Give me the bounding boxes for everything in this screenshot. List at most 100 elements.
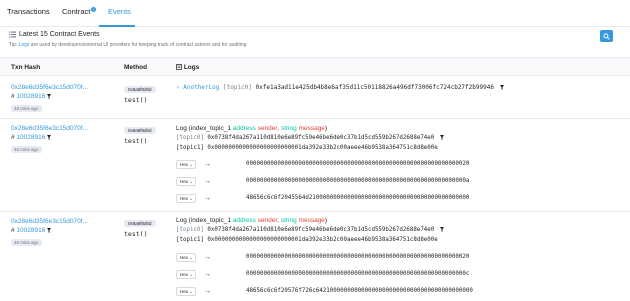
data-value: 48656c6c6f20576f726c64210000000000000000… (246, 288, 473, 294)
logs-icon (176, 64, 182, 70)
page-title: Latest 15 Contract Events (19, 31, 100, 38)
method-id-badge: 0x8a8f8d0d (124, 127, 156, 134)
log-signature-close: ) (324, 217, 328, 224)
topic0-line: [topic0] 0x0738f4da267a110d810e6e89fc59e… (176, 227, 444, 233)
data-row: Hex ⌄ → 000000000000000000000000000000000… (176, 270, 476, 280)
tip-body: are used by developers/external UI provi… (29, 42, 247, 48)
search-button[interactable] (600, 30, 613, 42)
format-select[interactable]: Hex ⌄ (176, 177, 196, 186)
arrow-right-icon: → (204, 161, 211, 168)
data-value: 0000000000000000000000000000000000000000… (246, 178, 470, 184)
table-row: 0x28e6d35f6e3c15d070f... # 10028916 48 m… (0, 76, 630, 119)
event-name-link[interactable]: AnotherLog (183, 84, 219, 91)
chevron-right-icon[interactable]: › (176, 84, 180, 91)
list-icon (9, 31, 16, 38)
log-type-string: string (280, 125, 297, 132)
block-number: # 10028916 (11, 134, 52, 141)
block-number: # 10028916 (11, 227, 52, 234)
tab-contract[interactable]: Contract i (62, 7, 97, 16)
tip-prefix: Tip: (9, 42, 19, 48)
chevron-down-icon: ⌄ (189, 162, 193, 167)
table-header: Txn Hash Method Logs (0, 57, 630, 76)
block-link[interactable]: 10028916 (16, 227, 45, 234)
topic1-line: [topic1] 0x0000000000000000000000001da39… (176, 145, 438, 151)
txn-hash-link[interactable]: 0x28e6d35f6e3c15d070f... (11, 84, 88, 91)
age-badge: 48 mins ago (11, 146, 42, 153)
format-select-value: Hex (180, 162, 189, 167)
col-logs-label: Logs (183, 64, 200, 71)
col-logs: Logs (176, 64, 199, 71)
format-select-value: Hex (180, 179, 189, 184)
info-icon: i (91, 7, 97, 12)
arrow-right-icon: → (204, 178, 211, 185)
tab-bar: Transactions Contract i Events (0, 0, 630, 27)
topic0-value: 0x0738f4da267a110d810e6e89fc59e46be6de0c… (207, 135, 435, 141)
format-select[interactable]: Hex ⌄ (176, 194, 196, 203)
age-badge: 48 mins ago (11, 239, 42, 246)
format-select[interactable]: Hex ⌄ (176, 253, 196, 262)
block-link[interactable]: 10028916 (16, 134, 45, 141)
logs-link[interactable]: Logs (19, 42, 30, 48)
format-select-value: Hex (180, 196, 189, 201)
topic-value: 0xfe1a3ad11e425db4b8e6af35d11c50118826a4… (255, 84, 494, 91)
data-row: Hex ⌄ → 48656c6c6f2045564d210000000000000… (176, 194, 476, 204)
log-type-string: string (280, 217, 297, 224)
data-row: Hex ⌄ → 000000000000000000000000000000000… (176, 177, 476, 187)
col-method: Method (124, 64, 148, 71)
method-name: test() (124, 230, 148, 238)
log-signature: Log (index_topic_1 address sender, strin… (176, 125, 327, 132)
topic1-line: [topic1] 0x0000000000000000000000001da39… (176, 237, 438, 243)
data-value: 0000000000000000000000000000000000000000… (246, 161, 470, 167)
log-signature-prefix: Log (index_topic_1 (176, 125, 231, 132)
method-id-badge: 0x8a8f8d0d (124, 86, 156, 93)
chevron-down-icon: ⌄ (189, 196, 193, 201)
data-row: Hex ⌄ → 48656c6c6f20576f726c6421000000000… (176, 287, 476, 297)
format-select-value: Hex (180, 289, 189, 294)
format-select-value: Hex (180, 255, 189, 260)
col-txn-hash: Txn Hash (11, 64, 41, 71)
log-signature: Log (index_topic_1 address sender, strin… (176, 217, 327, 224)
method-id-badge: 0x8a8f8d0d (124, 220, 156, 227)
chevron-down-icon: ⌄ (189, 255, 193, 260)
topic0-value: 0x0738f4da267a110d810e6e89fc59e46be6de0c… (207, 227, 435, 233)
log-signature-prefix: Log (index_topic_1 (176, 217, 231, 224)
txn-hash-link[interactable]: 0x28e6d35f6e3c15d070f... (11, 125, 88, 132)
tab-transactions[interactable]: Transactions (7, 7, 50, 16)
filter-icon[interactable] (47, 227, 52, 233)
log-type-address: address (232, 125, 256, 132)
log-param-message: message (298, 217, 325, 224)
format-select[interactable]: Hex ⌄ (176, 270, 196, 279)
topic0-label: [topic0] (176, 135, 204, 141)
txn-hash-link[interactable]: 0x28e6d35f6e3c15d070f... (11, 218, 88, 225)
filter-icon[interactable] (47, 134, 52, 140)
format-select[interactable]: Hex ⌄ (176, 160, 196, 169)
log-param-sender: sender, (257, 217, 280, 224)
format-select[interactable]: Hex ⌄ (176, 287, 196, 296)
filter-icon[interactable] (47, 93, 52, 99)
arrow-right-icon: → (204, 288, 211, 295)
chevron-down-icon: ⌄ (189, 272, 193, 277)
arrow-right-icon: → (204, 195, 211, 202)
data-row: Hex ⌄ → 000000000000000000000000000000000… (176, 160, 476, 170)
log-param-message: message (298, 125, 325, 132)
topic1-value: 0x0000000000000000000000001da392e33b2c00… (207, 237, 438, 243)
topic0-label: [topic0] (176, 227, 204, 233)
topic1-value: 0x0000000000000000000000001da392e33b2c00… (207, 145, 438, 151)
tab-events[interactable]: Events (108, 7, 131, 16)
format-select-value: Hex (180, 272, 189, 277)
filter-icon[interactable] (439, 227, 444, 232)
chevron-down-icon: ⌄ (189, 179, 193, 184)
data-value: 48656c6c6f2045564d2100000000000000000000… (246, 195, 470, 201)
filter-icon[interactable] (499, 85, 504, 90)
block-link[interactable]: 10028916 (16, 93, 45, 100)
block-number: # 10028916 (11, 93, 52, 100)
log-type-address: address (232, 217, 256, 224)
topic1-label: [topic1] (176, 145, 204, 151)
data-value: 0000000000000000000000000000000000000000… (246, 271, 470, 277)
chevron-down-icon: ⌄ (189, 289, 193, 294)
topic1-label: [topic1] (176, 237, 204, 243)
age-badge: 48 mins ago (11, 105, 42, 112)
topic0-line: [topic0] 0x0738f4da267a110d810e6e89fc59e… (176, 135, 444, 141)
log-entry: › AnotherLog [topic0] 0xfe1a3ad11e425db4… (176, 84, 504, 91)
filter-icon[interactable] (439, 135, 444, 140)
